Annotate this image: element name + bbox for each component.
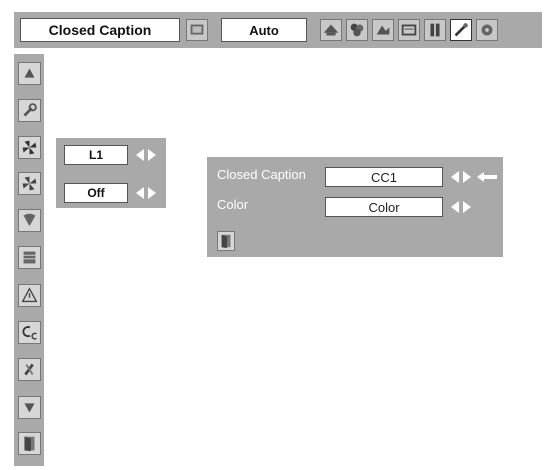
closed-caption-label: Closed Caption	[217, 167, 306, 182]
back-arrow-icon[interactable]	[475, 170, 499, 184]
fan-icon[interactable]	[18, 172, 41, 195]
mode-value: Auto	[221, 18, 307, 42]
closed-caption-value[interactable]: CC1	[325, 167, 443, 187]
closed-caption-icon[interactable]	[18, 321, 41, 344]
left-right-arrows-icon[interactable]	[134, 148, 158, 162]
color-value[interactable]: Color	[325, 197, 443, 217]
top-menu-bar: Closed Caption Auto	[14, 12, 542, 48]
security-icon[interactable]	[18, 358, 41, 381]
exit-icon[interactable]	[217, 231, 235, 251]
computer-icon[interactable]	[398, 19, 420, 41]
image-icon[interactable]	[372, 19, 394, 41]
submenu-field-1[interactable]: L1	[64, 145, 128, 165]
side-menu	[14, 54, 44, 466]
screen-icon[interactable]	[320, 19, 342, 41]
filter-icon[interactable]	[18, 246, 41, 269]
up-arrow-icon[interactable]	[18, 62, 41, 85]
memory-icon[interactable]	[476, 19, 498, 41]
lamp-icon[interactable]	[18, 209, 41, 232]
menu-title: Closed Caption	[20, 18, 180, 42]
left-right-arrows-icon[interactable]	[449, 170, 473, 184]
color-label: Color	[217, 197, 249, 212]
left-right-arrows-icon[interactable]	[449, 200, 473, 214]
input-icon[interactable]	[424, 19, 446, 41]
warning-icon[interactable]	[18, 284, 41, 307]
color-icon[interactable]	[346, 19, 368, 41]
fan-icon[interactable]	[18, 136, 41, 159]
submenu-field-2[interactable]: Off	[64, 183, 128, 203]
wrench-icon[interactable]	[18, 99, 41, 122]
setting-icon[interactable]	[450, 19, 472, 41]
down-arrow-icon[interactable]	[18, 396, 41, 419]
submenu-panel: L1 Off	[56, 138, 166, 208]
closed-caption-panel: Closed Caption CC1 Color Color	[207, 157, 503, 257]
picture-adjust-icon[interactable]	[186, 19, 208, 41]
left-right-arrows-icon[interactable]	[134, 186, 158, 200]
exit-icon[interactable]	[18, 432, 41, 455]
